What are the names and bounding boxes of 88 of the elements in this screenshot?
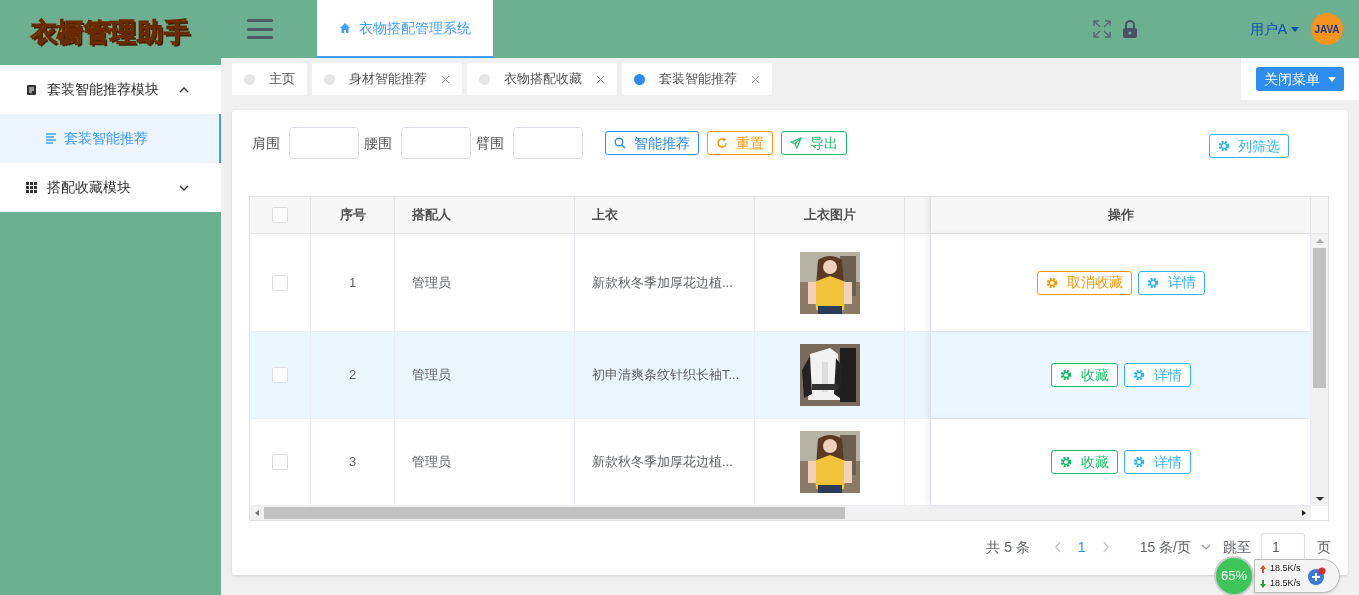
- detail-button[interactable]: 详情: [1123, 450, 1191, 474]
- input-field[interactable]: [513, 127, 583, 159]
- table-cell-text: 3: [348, 453, 357, 472]
- upload-arrow-icon: [1260, 564, 1266, 573]
- table-cell-text: 新款秋冬季加厚花边植...: [592, 273, 733, 292]
- tab[interactable]: 套装智能推荐: [622, 63, 772, 95]
- menu-group[interactable]: 搭配收藏模块: [0, 163, 221, 212]
- reset-button[interactable]: 重置: [707, 131, 773, 155]
- jump-label: 跳至: [1223, 537, 1251, 557]
- app-logo: 衣橱管理助手: [30, 16, 191, 49]
- detail-button[interactable]: 详情: [1137, 270, 1205, 295]
- field-label: 肩围: [252, 133, 280, 153]
- detail-button[interactable]: 详情: [1123, 363, 1191, 387]
- gear-icon: [1132, 456, 1145, 468]
- gear-icon: [1045, 276, 1058, 289]
- tab[interactable]: 衣物搭配收藏: [467, 63, 617, 95]
- chevron-down-icon: [1201, 544, 1211, 550]
- close-icon[interactable]: [441, 74, 450, 84]
- header-tab[interactable]: 衣物搭配管理系统: [317, 0, 493, 58]
- favorite-button[interactable]: 收藏: [1050, 363, 1118, 387]
- close-icon[interactable]: [751, 74, 760, 84]
- caret-icon: [1328, 76, 1336, 82]
- menu-item[interactable]: 套装智能推荐: [0, 114, 221, 163]
- menu-icon[interactable]: [247, 19, 273, 39]
- vertical-scrollbar[interactable]: [1311, 234, 1328, 506]
- gear-icon: [1218, 140, 1230, 152]
- table-row[interactable]: 3 管理员 新款秋冬季加厚花边植... 收藏 详情: [250, 419, 1311, 506]
- column-header: 操作: [1107, 206, 1134, 225]
- column-header: 上衣图片: [803, 206, 856, 225]
- table-cell-text: 初申清爽条纹针织长袖T...: [592, 366, 740, 385]
- table-cell-text: 2: [348, 366, 357, 385]
- horizontal-scrollbar[interactable]: [250, 506, 1311, 520]
- column-filter-button[interactable]: 列筛选: [1209, 134, 1289, 158]
- previous-page-icon[interactable]: [1053, 541, 1062, 553]
- send-icon: [790, 137, 802, 149]
- caret-icon: [1291, 26, 1299, 32]
- page-number[interactable]: 1: [1077, 536, 1086, 558]
- export-button[interactable]: 导出: [781, 131, 847, 155]
- column-header: 搭配人: [412, 206, 451, 225]
- search-button[interactable]: 智能推荐: [605, 131, 699, 155]
- close-menu-button[interactable]: 关闭菜单: [1256, 67, 1344, 91]
- gear-icon: [1059, 456, 1072, 468]
- lock-icon[interactable]: [1121, 19, 1138, 39]
- tab[interactable]: 身材智能推荐: [312, 63, 462, 95]
- download-arrow-icon: [1260, 579, 1266, 588]
- chevron-down-icon: [179, 183, 189, 192]
- chevron-up-icon: [179, 85, 189, 94]
- field-label: 腰围: [364, 133, 392, 153]
- search-icon: [614, 137, 626, 149]
- total-count: 共 5 条: [986, 537, 1030, 557]
- gear-icon: [1132, 369, 1145, 381]
- fullscreen-icon[interactable]: [1091, 19, 1112, 39]
- input-field[interactable]: [289, 127, 359, 159]
- avatar[interactable]: JAVA: [1311, 13, 1343, 45]
- field-label: 臂围: [476, 133, 504, 153]
- favorite-button[interactable]: 收藏: [1050, 450, 1118, 474]
- table-row[interactable]: 1 管理员 新款秋冬季加厚花边植... 取消收藏 详情: [250, 234, 1311, 332]
- column-header: 上衣: [592, 206, 618, 225]
- refresh-icon: [716, 137, 728, 149]
- menu-group[interactable]: 套装智能推荐模块: [0, 65, 221, 114]
- upload-speed: 18.5K/s: [1270, 562, 1301, 575]
- unfavorite-button[interactable]: 取消收藏: [1036, 270, 1132, 295]
- input-field[interactable]: [401, 127, 471, 159]
- page-unit-label: 页: [1317, 537, 1331, 557]
- next-page-icon[interactable]: [1101, 541, 1110, 553]
- gear-icon: [1146, 276, 1159, 289]
- gear-icon: [1059, 369, 1072, 381]
- checkbox[interactable]: [272, 207, 288, 223]
- close-icon[interactable]: [596, 74, 605, 84]
- table-cell-text: 管理员: [412, 273, 451, 292]
- plus-icon[interactable]: [1306, 566, 1326, 586]
- download-speed: 18.5K/s: [1270, 577, 1301, 590]
- table-cell-text: 1: [348, 273, 357, 292]
- grid-icon: [26, 182, 37, 193]
- tab[interactable]: 主页: [232, 63, 307, 95]
- column-header: 序号: [339, 206, 366, 225]
- checkbox[interactable]: [272, 274, 288, 291]
- user-menu[interactable]: 用户A: [1249, 18, 1299, 40]
- home-icon: [339, 22, 351, 34]
- checkbox[interactable]: [272, 367, 288, 383]
- memory-gauge[interactable]: 65%: [1214, 556, 1254, 595]
- table-row[interactable]: 2 管理员 初申清爽条纹针织长袖T... 收藏 详情: [250, 332, 1311, 419]
- table-cell-text: 新款秋冬季加厚花边植...: [592, 453, 733, 472]
- table-cell-text: 管理员: [412, 453, 451, 472]
- list-icon: [46, 133, 56, 144]
- checkbox[interactable]: [272, 454, 288, 470]
- document-icon: [26, 83, 37, 96]
- table-cell-text: 管理员: [412, 366, 451, 385]
